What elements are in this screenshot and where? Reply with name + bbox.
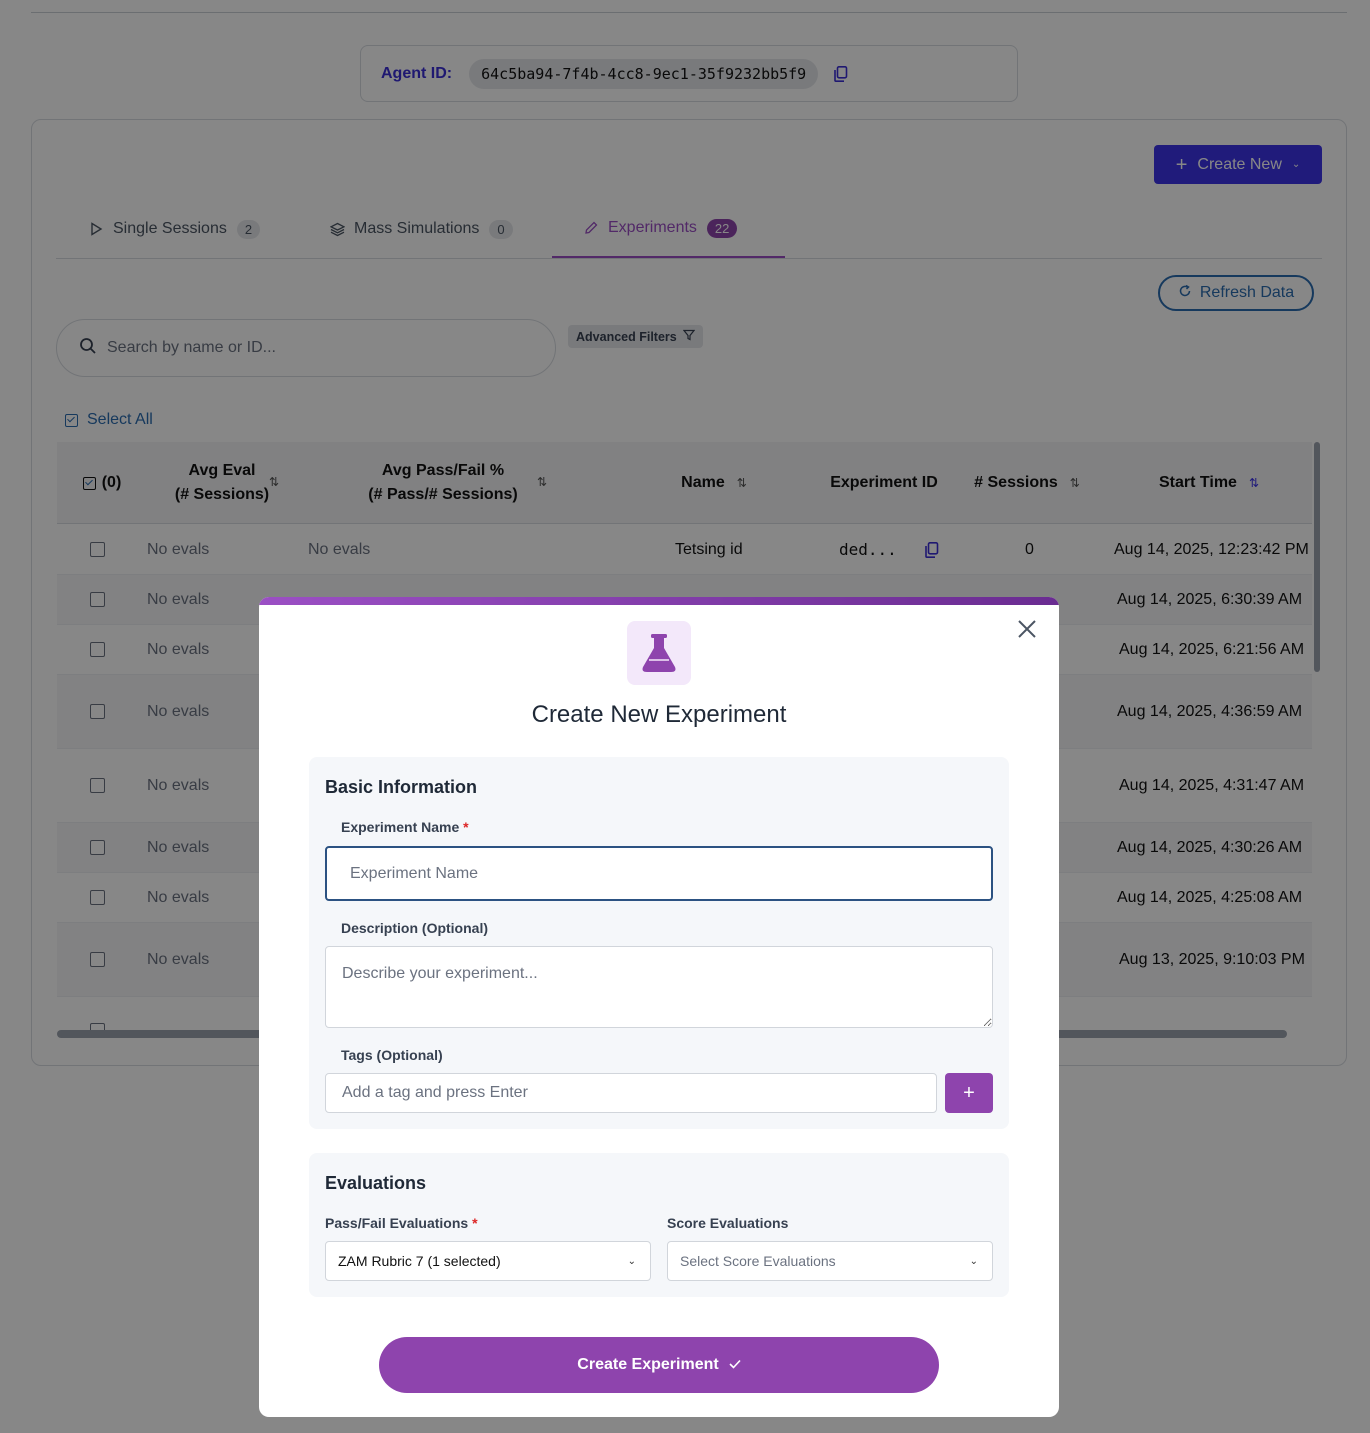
button-label: Create Experiment	[577, 1356, 719, 1373]
experiment-name-input[interactable]	[325, 846, 993, 901]
select-value: ZAM Rubric 7 (1 selected)	[338, 1253, 501, 1269]
chevron-down-icon: ⌄	[627, 1255, 636, 1267]
add-tag-button[interactable]: +	[945, 1073, 993, 1113]
select-placeholder: Select Score Evaluations	[680, 1253, 836, 1269]
score-evaluations-select[interactable]: Select Score Evaluations ⌄	[667, 1241, 993, 1281]
section-title: Evaluations	[325, 1173, 427, 1193]
description-textarea[interactable]	[325, 946, 993, 1028]
experiment-name-label: Experiment Name *	[341, 819, 469, 835]
tags-label: Tags (Optional)	[341, 1047, 443, 1063]
pass-fail-select[interactable]: ZAM Rubric 7 (1 selected) ⌄	[325, 1241, 651, 1281]
close-icon[interactable]	[1015, 617, 1039, 641]
description-label: Description (Optional)	[341, 920, 488, 936]
modal-accent-bar	[259, 597, 1059, 605]
section-title: Basic Information	[325, 777, 478, 797]
pass-fail-label: Pass/Fail Evaluations *	[325, 1215, 478, 1231]
basic-information-panel: Basic Information Experiment Name * Desc…	[309, 757, 1009, 1129]
create-experiment-modal: Create New Experiment Basic Information …	[259, 597, 1059, 1417]
label-text: Experiment Name	[341, 819, 460, 835]
create-experiment-button[interactable]: Create Experiment	[379, 1337, 939, 1393]
required-mark: *	[463, 819, 469, 835]
label-text: Pass/Fail Evaluations	[325, 1215, 469, 1231]
check-icon	[729, 1356, 741, 1374]
tags-input[interactable]	[325, 1073, 937, 1113]
evaluations-panel: Evaluations Pass/Fail Evaluations * ZAM …	[309, 1153, 1009, 1297]
required-mark: *	[472, 1215, 478, 1231]
score-evaluations-label: Score Evaluations	[667, 1215, 789, 1231]
chevron-down-icon: ⌄	[969, 1255, 978, 1267]
flask-icon	[627, 621, 691, 685]
modal-title: Create New Experiment	[531, 701, 787, 728]
